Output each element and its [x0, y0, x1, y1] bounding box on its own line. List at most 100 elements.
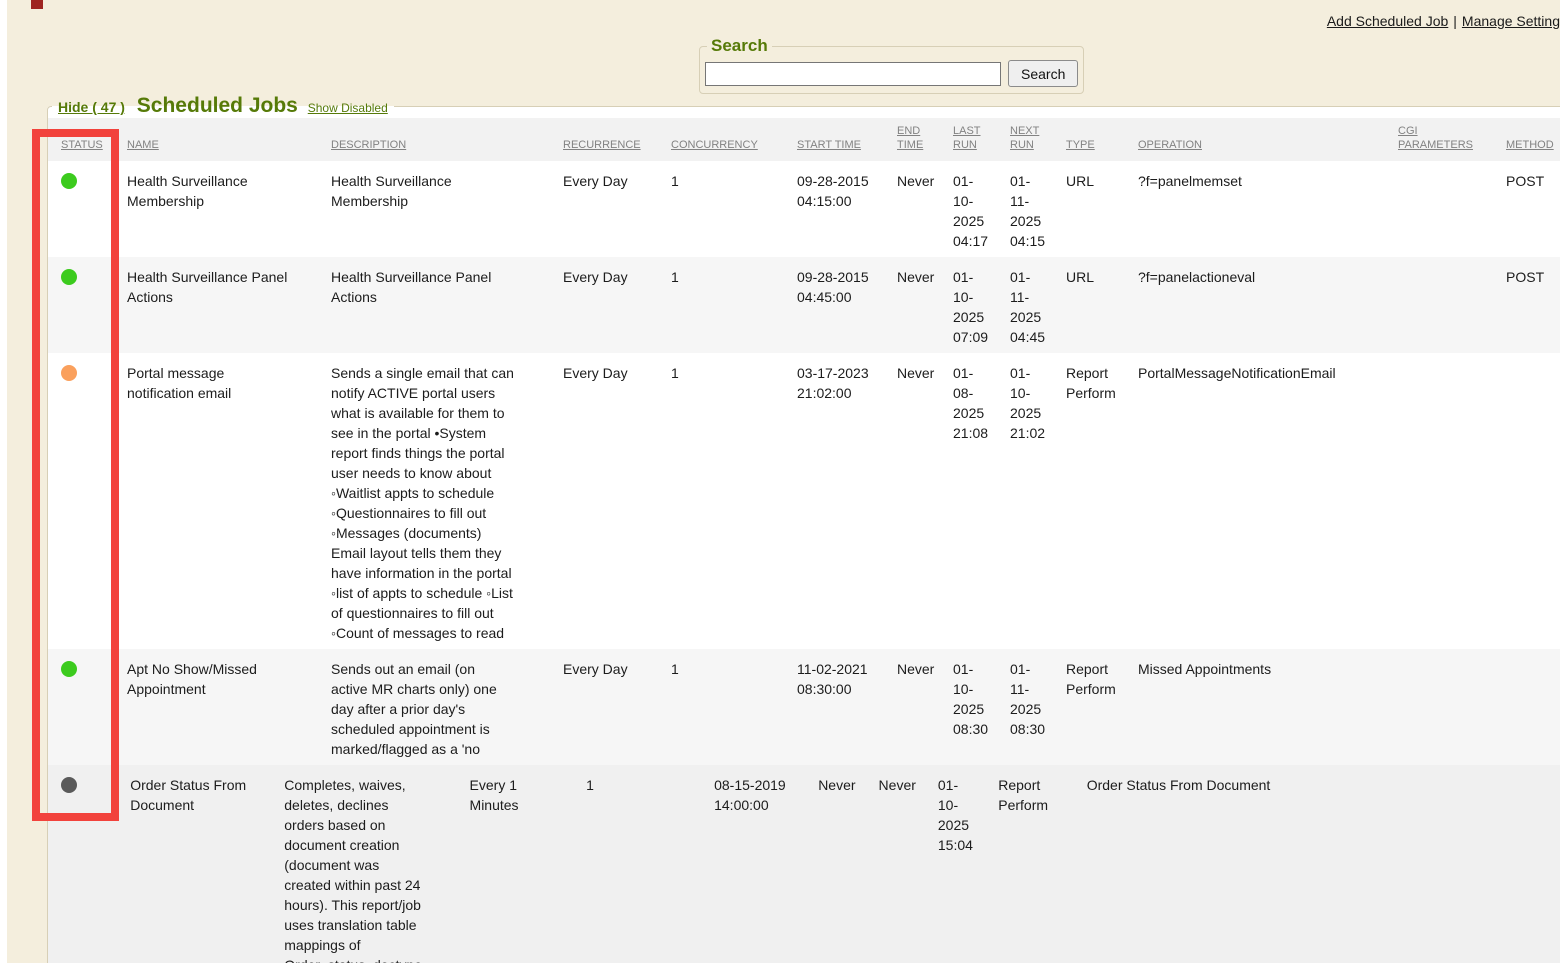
column-header-status[interactable]: STATUS	[48, 118, 127, 161]
operation-cell: Missed Appointments	[1138, 649, 1398, 765]
column-header-operation[interactable]: OPERATION	[1138, 118, 1398, 161]
start-time-cell: 09-28-2015 04:15:00	[797, 161, 897, 257]
manage-settings-link[interactable]: Manage Setting	[1462, 13, 1560, 29]
column-header-cgi-parameters[interactable]: CGI PARAMETERS	[1398, 118, 1506, 161]
status-cell	[48, 353, 127, 649]
search-legend: Search	[707, 36, 772, 56]
type-cell: Report Perform	[998, 765, 1086, 963]
type-cell: URL	[1066, 161, 1138, 257]
column-header-last-run[interactable]: LAST RUN	[953, 118, 1010, 161]
recurrence-cell: Every Day	[563, 649, 671, 765]
end-time-cell: Never	[897, 649, 953, 765]
links-separator: |	[1453, 13, 1457, 29]
column-header-type[interactable]: TYPE	[1066, 118, 1138, 161]
concurrency-cell: 1	[671, 353, 797, 649]
status-dot	[61, 173, 77, 189]
type-cell: Report Perform	[1066, 649, 1138, 765]
method-cell	[1506, 353, 1560, 649]
name-cell: Order Status From Document	[130, 765, 284, 963]
start-time-cell: 11-02-2021 08:30:00	[797, 649, 897, 765]
scheduled-jobs-page: Add Scheduled Job | Manage Setting Search …	[0, 0, 1560, 963]
left-edge-strip	[0, 0, 7, 963]
recurrence-cell: Every Day	[563, 353, 671, 649]
description-cell: Sends out an email (on active MR charts …	[331, 649, 563, 765]
table-row: Order Status From Document Completes, wa…	[48, 765, 1560, 963]
search-button[interactable]: Search	[1008, 60, 1078, 87]
hide-count-link[interactable]: Hide ( 47 )	[58, 99, 125, 115]
status-cell	[48, 649, 127, 765]
last-run-cell: 01- 10- 2025 08:30	[953, 649, 1010, 765]
last-run-cell: 01- 10- 2025 07:09	[953, 257, 1010, 353]
recurrence-cell: Every 1 Minutes	[470, 765, 587, 963]
red-corner-marker	[31, 0, 43, 9]
end-time-cell: Never	[897, 161, 953, 257]
method-cell: POST	[1506, 257, 1560, 353]
column-header-method[interactable]: METHOD	[1506, 118, 1560, 161]
status-dot	[61, 269, 77, 285]
status-dot	[61, 661, 77, 677]
last-run-cell: 01- 08- 2025 21:08	[953, 353, 1010, 649]
next-run-cell: 01- 11- 2025 04:15	[1010, 161, 1066, 257]
cgi-parameters-cell	[1398, 161, 1506, 257]
next-run-cell: 01- 11- 2025 08:30	[1010, 649, 1066, 765]
column-header-recurrence[interactable]: RECURRENCE	[563, 118, 671, 161]
table-row: Health Surveillance Panel Actions Health…	[48, 257, 1560, 353]
page-title: Scheduled Jobs	[137, 94, 298, 117]
scheduled-jobs-panel: Hide ( 47 ) Scheduled Jobs Show Disabled…	[47, 94, 1560, 963]
description-cell: Completes, waives, deletes, declines ord…	[284, 765, 469, 963]
end-time-cell: Never	[818, 765, 878, 963]
description-cell: Health Surveillance Panel Actions	[331, 257, 563, 353]
operation-cell: Order Status From Document	[1087, 765, 1399, 963]
table-row: Portal message notification email Sends …	[48, 353, 1560, 649]
description-cell: Health Surveillance Membership	[331, 161, 563, 257]
show-disabled-link[interactable]: Show Disabled	[308, 101, 388, 115]
cgi-parameters-cell	[1399, 765, 1503, 963]
start-time-cell: 03-17-2023 21:02:00	[797, 353, 897, 649]
cgi-parameters-cell	[1398, 649, 1506, 765]
end-time-cell: Never	[897, 257, 953, 353]
next-run-cell: 01- 10- 2025 21:02	[1010, 353, 1066, 649]
type-cell: Report Perform	[1066, 353, 1138, 649]
column-header-concurrency[interactable]: CONCURRENCY	[671, 118, 797, 161]
name-cell: Health Surveillance Panel Actions	[127, 257, 331, 353]
method-cell	[1506, 649, 1560, 765]
column-header-next-run[interactable]: NEXT RUN	[1010, 118, 1066, 161]
last-run-cell: 01- 10- 2025 04:17	[953, 161, 1010, 257]
search-panel: Search Search	[699, 36, 1084, 94]
name-cell: Portal message notification email	[127, 353, 331, 649]
column-header-name[interactable]: NAME	[127, 118, 331, 161]
recurrence-cell: Every Day	[563, 257, 671, 353]
top-links: Add Scheduled Job | Manage Setting	[1327, 13, 1560, 29]
concurrency-cell: 1	[671, 161, 797, 257]
name-cell: Apt No Show/Missed Appointment	[127, 649, 331, 765]
add-scheduled-job-link[interactable]: Add Scheduled Job	[1327, 13, 1448, 29]
concurrency-cell: 1	[671, 257, 797, 353]
cgi-parameters-cell	[1398, 353, 1506, 649]
column-header-start-time[interactable]: START TIME	[797, 118, 897, 161]
next-run-cell: 01- 10- 2025 15:04	[938, 765, 998, 963]
column-header-description[interactable]: DESCRIPTION	[331, 118, 563, 161]
start-time-cell: 09-28-2015 04:45:00	[797, 257, 897, 353]
description-cell: Sends a single email that can notify ACT…	[331, 353, 563, 649]
operation-cell: PortalMessageNotificationEmail	[1138, 353, 1398, 649]
table-row: Apt No Show/Missed Appointment Sends out…	[48, 649, 1560, 765]
status-dot	[61, 365, 77, 381]
status-cell	[48, 765, 130, 963]
concurrency-cell: 1	[671, 649, 797, 765]
method-cell: POST	[1506, 161, 1560, 257]
search-input[interactable]	[705, 62, 1001, 86]
concurrency-cell: 1	[586, 765, 714, 963]
status-cell	[48, 257, 127, 353]
method-cell	[1503, 765, 1560, 963]
status-dot	[61, 777, 77, 793]
end-time-cell: Never	[897, 353, 953, 649]
column-header-end-time[interactable]: END TIME	[897, 118, 953, 161]
cgi-parameters-cell	[1398, 257, 1506, 353]
last-run-cell: Never	[879, 765, 938, 963]
type-cell: URL	[1066, 257, 1138, 353]
table-row: Health Surveillance Membership Health Su…	[48, 161, 1560, 257]
next-run-cell: 01- 11- 2025 04:45	[1010, 257, 1066, 353]
jobs-table-continued: Order Status From Document Completes, wa…	[48, 765, 1560, 963]
operation-cell: ?f=panelactioneval	[1138, 257, 1398, 353]
jobs-table: STATUS NAME DESCRIPTION RECURRENCE CONCU…	[48, 118, 1560, 765]
